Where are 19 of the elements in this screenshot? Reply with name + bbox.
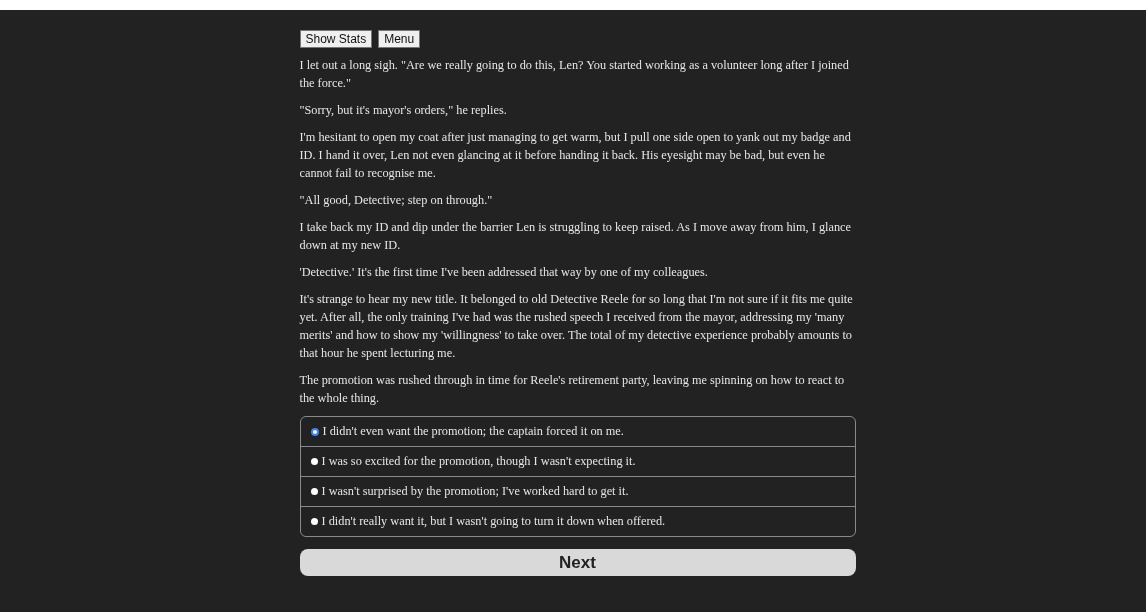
story-paragraph: "All good, Detective; step on through." — [299, 192, 494, 209]
story-paragraph: "Sorry, but it's mayor's orders," he replies. — [299, 102, 508, 119]
story-paragraph: It's strange to hear my new title. It belonged to old Detective Reele for so long that I'm not sure if it fits me quite yet. After all, the only training I've had was the rushed speech I received from the mayor, addressing my 'many merits' and how to show my 'willingness' to take over. The total of my detective experience probably amounts to that hour he spent lecturing me. — [299, 291, 854, 362]
choice-option[interactable]: I didn't even want the promotion; the captain forced it on me. — [300, 417, 855, 446]
radio-button[interactable] — [310, 458, 318, 465]
radio-button[interactable] — [310, 488, 318, 495]
radio-button[interactable] — [310, 427, 319, 436]
story-paragraph: I let out a long sigh. "Are we really going to do this, Len? You started working as a volunteer long after I joined the force." — [299, 57, 850, 92]
story-paragraph: 'Detective.' It's the first time I've been addressed that way by one of my colleagues. — [299, 264, 709, 281]
toolbar-button[interactable]: Show Stats — [299, 30, 373, 48]
radio-button[interactable] — [310, 518, 318, 525]
story-paragraph: I take back my ID and dip under the barrier Len is struggling to keep raised. As I move away from him, I glance down at my new ID. — [299, 219, 852, 254]
choice-option[interactable]: I wasn't surprised by the promotion; I've worked hard to get it. — [300, 476, 855, 506]
story-paragraph: I'm hesitant to open my coat after just managing to get warm, but I pull one side open to yank out my badge and ID. I hand it over, Len not even glancing at it before handing it back. His eyesight may be bad, but even he cannot fail to recognise me. — [299, 129, 852, 182]
next-button[interactable]: Next — [299, 549, 856, 576]
choice-option[interactable]: I was so excited for the promotion, though I wasn't expecting it. — [300, 446, 855, 476]
choice-option[interactable]: I didn't really want it, but I wasn't going to turn it down when offered. — [300, 506, 855, 536]
toolbar-button[interactable]: Menu — [378, 30, 421, 48]
story-paragraph: The promotion was rushed through in time for Reele's retirement party, leaving me spinning on how to react to the whole thing. — [299, 372, 846, 407]
